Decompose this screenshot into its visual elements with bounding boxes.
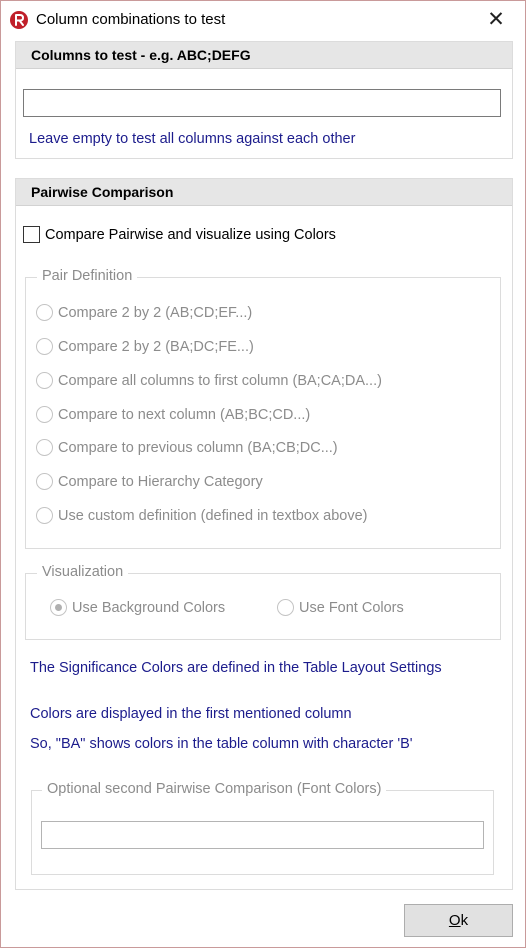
ok-button[interactable]: Ok — [404, 904, 513, 937]
compare-pairwise-checkbox-row[interactable]: Compare Pairwise and visualize using Col… — [23, 226, 336, 243]
radio-compare-first-column[interactable]: Compare all columns to first column (BA;… — [36, 372, 382, 389]
columns-panel-header: Columns to test - e.g. ABC;DEFG — [16, 42, 512, 69]
example-note: So, "BA" shows colors in the table colum… — [30, 736, 413, 752]
radio-label: Compare all columns to first column (BA;… — [58, 372, 382, 389]
radio-compare-2by2-ba[interactable]: Compare 2 by 2 (BA;DC;FE...) — [36, 338, 254, 355]
visualization-legend: Visualization — [37, 564, 129, 580]
significance-colors-note: The Significance Colors are defined in t… — [30, 660, 442, 676]
radio-label: Use Background Colors — [72, 599, 226, 616]
dialog-window: Column combinations to test ✕ Columns to… — [0, 0, 526, 948]
ok-label-rest: k — [460, 912, 469, 929]
radio-label: Compare to previous column (BA;CB;DC...) — [58, 439, 338, 456]
radio-button[interactable] — [36, 372, 53, 389]
radio-button[interactable] — [50, 599, 67, 616]
pairwise-panel-header: Pairwise Comparison — [16, 179, 512, 206]
optional-comparison-legend: Optional second Pairwise Comparison (Fon… — [42, 781, 387, 797]
radio-font-colors[interactable]: Use Font Colors — [277, 599, 404, 616]
columns-panel: Columns to test - e.g. ABC;DEFG Leave em… — [15, 41, 513, 159]
radio-button[interactable] — [36, 439, 53, 456]
columns-empty-note: Leave empty to test all columns against … — [29, 131, 356, 147]
radio-button[interactable] — [36, 304, 53, 321]
ok-mnemonic: O — [448, 912, 461, 929]
pair-definition-legend: Pair Definition — [37, 268, 138, 284]
radio-button[interactable] — [36, 338, 53, 355]
radio-compare-2by2-ab[interactable]: Compare 2 by 2 (AB;CD;EF...) — [36, 304, 252, 321]
app-logo-icon — [10, 11, 28, 29]
radio-custom-definition[interactable]: Use custom definition (defined in textbo… — [36, 507, 368, 524]
radio-label: Compare 2 by 2 (BA;DC;FE...) — [58, 338, 254, 355]
compare-pairwise-checkbox[interactable] — [23, 226, 40, 243]
window-title: Column combinations to test — [36, 11, 226, 28]
radio-label: Compare to next column (AB;BC;CD...) — [58, 406, 311, 423]
radio-background-colors[interactable]: Use Background Colors — [50, 599, 225, 616]
visualization-group: Visualization Use Background Colors Use … — [25, 564, 501, 640]
close-icon[interactable]: ✕ — [481, 5, 511, 35]
optional-comparison-group: Optional second Pairwise Comparison (Fon… — [31, 781, 494, 875]
radio-compare-previous-column[interactable]: Compare to previous column (BA;CB;DC...) — [36, 439, 338, 456]
radio-compare-hierarchy[interactable]: Compare to Hierarchy Category — [36, 473, 263, 490]
radio-label: Use custom definition (defined in textbo… — [58, 507, 368, 524]
optional-comparison-input[interactable] — [41, 821, 484, 849]
columns-panel-title: Columns to test - e.g. ABC;DEFG — [31, 47, 251, 63]
radio-label: Compare 2 by 2 (AB;CD;EF...) — [58, 304, 253, 321]
compare-pairwise-label: Compare Pairwise and visualize using Col… — [45, 226, 336, 243]
columns-input[interactable] — [23, 89, 501, 117]
title-bar: Column combinations to test ✕ — [1, 1, 525, 39]
pairwise-panel-title: Pairwise Comparison — [31, 184, 174, 200]
pairwise-panel: Pairwise Comparison Compare Pairwise and… — [15, 178, 513, 890]
first-column-note: Colors are displayed in the first mentio… — [30, 706, 352, 722]
radio-button[interactable] — [277, 599, 294, 616]
radio-button[interactable] — [36, 507, 53, 524]
radio-label: Use Font Colors — [299, 599, 404, 616]
radio-button[interactable] — [36, 473, 53, 490]
radio-button[interactable] — [36, 406, 53, 423]
radio-compare-next-column[interactable]: Compare to next column (AB;BC;CD...) — [36, 406, 310, 423]
pair-definition-group: Pair Definition Compare 2 by 2 (AB;CD;EF… — [25, 268, 501, 549]
radio-label: Compare to Hierarchy Category — [58, 473, 263, 490]
